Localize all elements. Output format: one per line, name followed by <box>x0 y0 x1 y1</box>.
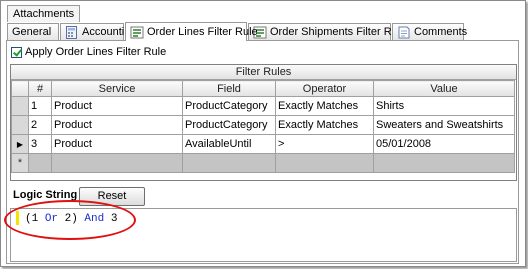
new-cell-field[interactable] <box>182 153 276 173</box>
cell-number[interactable]: 3 <box>28 134 52 154</box>
cell-operator[interactable]: Exactly Matches <box>275 115 374 135</box>
cell-value[interactable]: 05/01/2008 <box>373 134 515 154</box>
cell-service[interactable]: Product <box>51 96 183 116</box>
calculator-icon <box>65 25 79 39</box>
new-row[interactable]: * <box>11 153 515 173</box>
tab-label: Order Shipments Filter Rule <box>270 25 407 38</box>
cell-field[interactable]: AvailableUntil <box>182 134 276 154</box>
cell-number[interactable]: 1 <box>28 96 52 116</box>
cell-field[interactable]: ProductCategory <box>182 115 276 135</box>
column-header-field[interactable]: Field <box>182 80 276 97</box>
cell-value[interactable]: Sweaters and Sweatshirts <box>373 115 515 135</box>
cell-operator[interactable]: Exactly Matches <box>275 96 374 116</box>
tab-general[interactable]: General <box>7 23 59 40</box>
apply-filter-label: Apply Order Lines Filter Rule <box>25 46 167 58</box>
table-row[interactable]: ▶ 3 Product AvailableUntil > 05/01/2008 <box>11 134 515 154</box>
filter-rules-table: # Service Field Operator Value 1 Product… <box>11 80 515 173</box>
new-cell-service[interactable] <box>51 153 183 173</box>
table-row[interactable]: 1 Product ProductCategory Exactly Matche… <box>11 96 515 116</box>
column-header-value[interactable]: Value <box>373 80 515 97</box>
cell-number[interactable]: 2 <box>28 115 52 135</box>
comment-icon <box>397 26 411 39</box>
apply-filter-checkbox[interactable] <box>11 46 22 58</box>
red-annotation-ellipse <box>4 200 136 240</box>
cell-operator[interactable]: > <box>275 134 374 154</box>
row-selector[interactable] <box>11 96 29 116</box>
apply-filter-row: Apply Order Lines Filter Rule <box>11 46 166 58</box>
new-cell-number[interactable] <box>28 153 52 173</box>
new-cell-operator[interactable] <box>275 153 374 173</box>
cell-service[interactable]: Product <box>51 115 183 135</box>
window-frame: Attachments General Accounting Order Lin… <box>0 0 526 267</box>
tab-attachments[interactable]: Attachments <box>7 5 81 22</box>
filter-rules-grid: Filter Rules # Service Field Operator Va… <box>10 64 517 181</box>
tab-accounting[interactable]: Accounting <box>60 23 136 40</box>
column-header-number[interactable]: # <box>28 80 52 97</box>
cell-service[interactable]: Product <box>51 134 183 154</box>
cell-field[interactable]: ProductCategory <box>182 96 276 116</box>
new-row-indicator-icon[interactable]: * <box>11 153 29 173</box>
filter-list-icon <box>130 26 144 39</box>
grid-title: Filter Rules <box>11 65 516 80</box>
current-row-indicator-icon[interactable]: ▶ <box>11 134 29 154</box>
tab-label: Comments <box>414 25 468 38</box>
table-row[interactable]: 2 Product ProductCategory Exactly Matche… <box>11 115 515 135</box>
row-selector-header <box>11 80 29 97</box>
new-cell-value[interactable] <box>373 153 515 173</box>
tab-label: Order Lines Filter Rule <box>147 25 258 38</box>
tab-label: General <box>12 25 52 38</box>
header-row: # Service Field Operator Value <box>11 80 515 97</box>
tab-order-lines-filter-rule[interactable]: Order Lines Filter Rule <box>125 22 258 41</box>
tab-order-shipments-filter-rule[interactable]: Order Shipments Filter Rule <box>248 23 406 40</box>
tab-comments[interactable]: Comments <box>392 23 468 40</box>
column-header-operator[interactable]: Operator <box>275 80 374 97</box>
column-header-service[interactable]: Service <box>51 80 183 97</box>
cell-value[interactable]: Shirts <box>373 96 515 116</box>
row-selector[interactable] <box>11 115 29 135</box>
